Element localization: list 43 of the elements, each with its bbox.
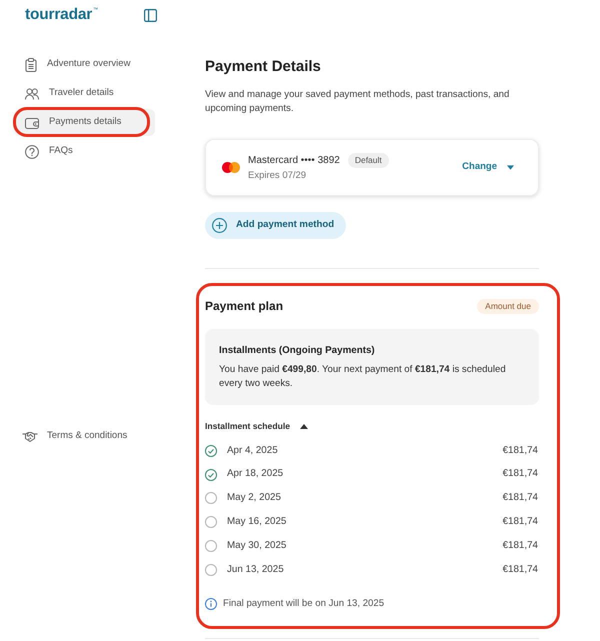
terms-link[interactable]: Terms & conditions — [14, 423, 155, 450]
installment-amount: €181,74 — [502, 491, 538, 506]
sidebar-item[interactable]: FAQs — [14, 138, 155, 165]
final-payment-note: Final payment will be on Jun 13, 2025 — [223, 596, 384, 611]
installment-amount: €181,74 — [502, 467, 538, 482]
installment-date: Jun 13, 2025 — [227, 562, 284, 577]
installment-amount: €181,74 — [502, 444, 538, 458]
installment-date: Apr 18, 2025 — [227, 467, 284, 482]
handshake-icon — [22, 432, 38, 442]
page-title: Payment Details — [205, 57, 322, 77]
change-button[interactable]: Change — [462, 160, 497, 175]
installment-amount: €181,74 — [502, 562, 538, 577]
sidebar-toggle-icon — [144, 8, 157, 22]
sidebar-item[interactable]: Payments details — [14, 109, 155, 136]
logo: tourradar$^{™}$ — [25, 5, 98, 25]
caret-up-icon[interactable] — [300, 424, 308, 428]
plus-circle-icon — [212, 218, 227, 233]
clipboard-icon — [25, 58, 37, 72]
sidebar-toggle-button[interactable] — [144, 8, 157, 22]
page-description: View and manage your saved payment methods, past transactions, and upcoming payments. — [205, 88, 510, 115]
schedule-toggle[interactable]: Installment schedule — [205, 419, 290, 433]
caret-down-icon[interactable] — [507, 165, 514, 170]
sidebar-item[interactable]: Traveler details — [14, 80, 155, 107]
installment-amount: €181,74 — [502, 538, 538, 553]
info-icon — [205, 598, 217, 610]
status-badge: Amount due — [477, 298, 539, 314]
sidebar-item[interactable]: Adventure overview — [14, 51, 155, 78]
card-expiry: Expires 07/29 — [248, 168, 308, 182]
installment-date: May 30, 2025 — [227, 538, 286, 553]
wallet-icon — [25, 116, 39, 128]
card-logo-icon — [222, 162, 240, 173]
summary-text: You have paid €499,80. Your next payment of €181,74 is scheduled every two weeks. — [219, 363, 507, 391]
default-badge: Default — [348, 152, 389, 168]
installment-date: May 2, 2025 — [227, 491, 281, 506]
installment-amount: €181,74 — [502, 514, 538, 529]
add-payment-button[interactable]: Add payment method — [205, 212, 346, 239]
summary-title: Installments (Ongoing Payments) — [219, 344, 376, 358]
people-icon — [25, 88, 39, 100]
card-number: Mastercard •••• 3892 — [248, 154, 340, 168]
section-title: Payment plan — [205, 298, 284, 315]
question-circle-icon — [25, 144, 39, 158]
installment-date: Apr 4, 2025 — [227, 444, 278, 458]
installment-date: May 16, 2025 — [227, 514, 286, 529]
